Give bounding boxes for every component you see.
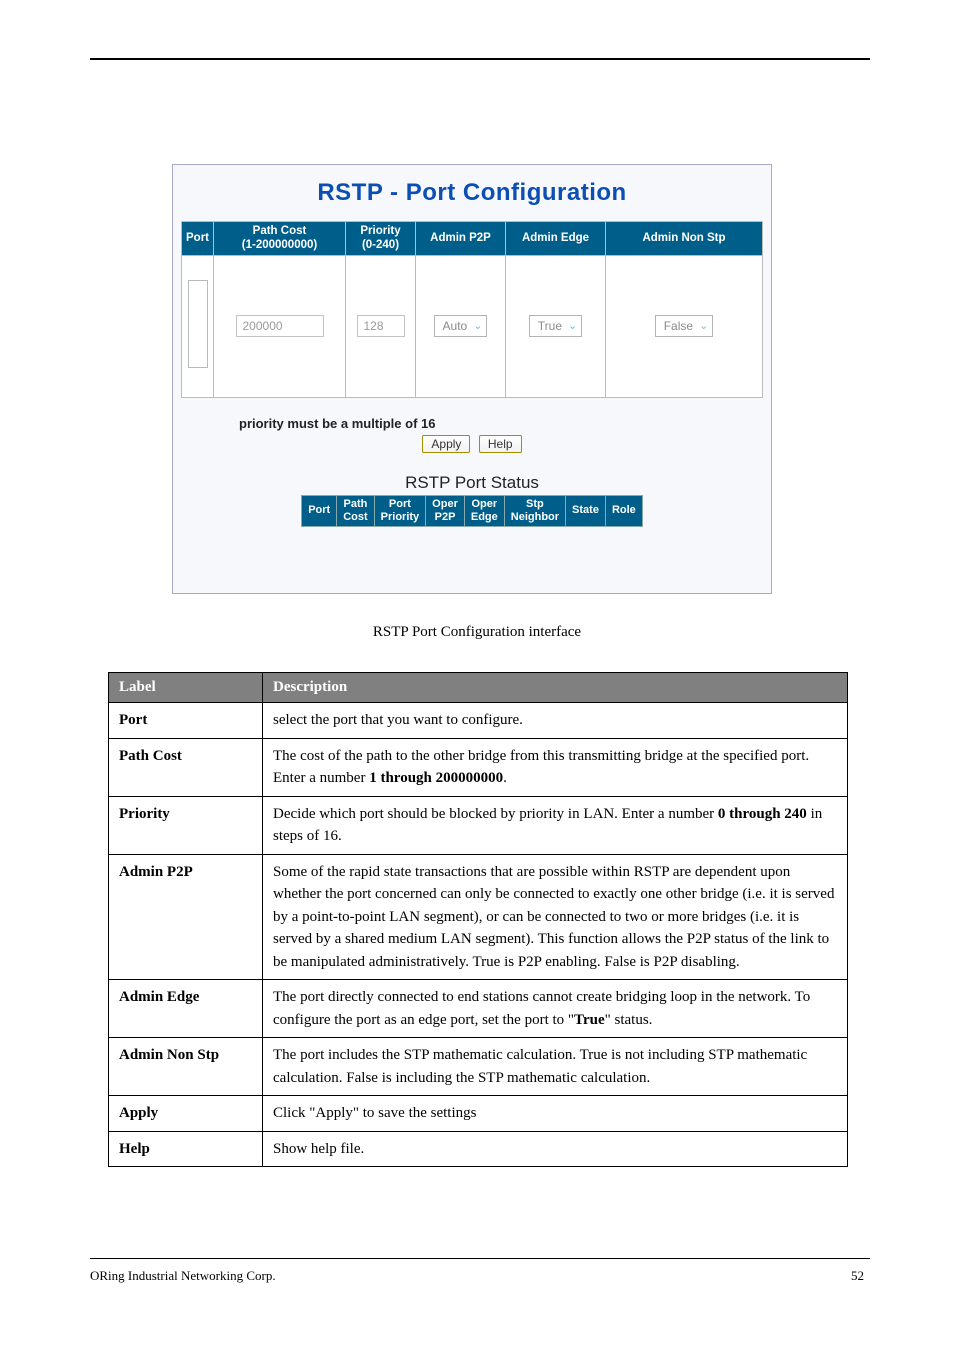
row-label: Port: [109, 703, 263, 739]
sth-port: Port: [302, 495, 337, 526]
admin-nonstp-select[interactable]: False⌄: [655, 315, 714, 337]
sth-oper-p2p: OperP2P: [426, 495, 465, 526]
desc-header-label: Label: [109, 673, 263, 703]
table-row: Port select the port that you want to co…: [109, 703, 848, 739]
row-desc: The port includes the STP mathematic cal…: [263, 1038, 848, 1096]
table-row: Help Show help file.: [109, 1131, 848, 1167]
figure-caption: RSTP Port Configuration interface: [0, 624, 954, 641]
row-desc: Decide which port should be blocked by p…: [263, 796, 848, 854]
sth-path-cost: PathCost: [337, 495, 374, 526]
table-row: Path Cost The cost of the path to the ot…: [109, 738, 848, 796]
description-table: Label Description Port select the port t…: [108, 672, 848, 1167]
row-desc: Some of the rapid state transactions tha…: [263, 854, 848, 980]
sth-role: Role: [605, 495, 642, 526]
row-label: Admin P2P: [109, 854, 263, 980]
row-desc: The cost of the path to the other bridge…: [263, 738, 848, 796]
footer-page-number: 52: [851, 1268, 864, 1284]
help-button[interactable]: Help: [479, 435, 522, 453]
admin-edge-select[interactable]: True⌄: [529, 315, 582, 337]
table-row: Auto⌄ True⌄ False⌄: [182, 255, 763, 397]
th-admin-nonstp: Admin Non Stp: [606, 222, 763, 256]
table-row: Admin Non Stp The port includes the STP …: [109, 1038, 848, 1096]
sth-oper-edge: OperEdge: [464, 495, 504, 526]
apply-button[interactable]: Apply: [422, 435, 470, 453]
admin-p2p-select[interactable]: Auto⌄: [434, 315, 488, 337]
port-select-list[interactable]: [188, 280, 208, 368]
port-status-table: Port PathCost PortPriority OperP2P OperE…: [301, 495, 643, 527]
table-row: Admin P2P Some of the rapid state transa…: [109, 854, 848, 980]
top-rule: [90, 58, 870, 60]
row-label: Admin Non Stp: [109, 1038, 263, 1096]
chevron-down-icon: ⌄: [473, 315, 482, 337]
footer-company: ORing Industrial Networking Corp.: [90, 1268, 276, 1284]
th-path-cost: Path Cost (1-200000000): [214, 222, 346, 256]
row-label: Apply: [109, 1096, 263, 1132]
row-label: Help: [109, 1131, 263, 1167]
row-desc: Show help file.: [263, 1131, 848, 1167]
row-label: Priority: [109, 796, 263, 854]
row-label: Admin Edge: [109, 980, 263, 1038]
desc-header-desc: Description: [263, 673, 848, 703]
figure-title: RSTP - Port Configuration: [181, 179, 763, 207]
row-desc: The port directly connected to end stati…: [263, 980, 848, 1038]
row-label: Path Cost: [109, 738, 263, 796]
footer-rule: [90, 1258, 870, 1259]
th-port: Port: [182, 222, 214, 256]
screenshot-figure: RSTP - Port Configuration Port Path Cost…: [172, 164, 772, 594]
th-priority: Priority (0-240): [346, 222, 416, 256]
th-admin-p2p: Admin P2P: [416, 222, 506, 256]
priority-note: priority must be a multiple of 16: [239, 416, 763, 431]
chevron-down-icon: ⌄: [568, 315, 577, 337]
table-row: Apply Click "Apply" to save the settings: [109, 1096, 848, 1132]
table-row: Priority Decide which port should be blo…: [109, 796, 848, 854]
sth-state: State: [566, 495, 606, 526]
button-row: Apply Help: [181, 435, 763, 453]
th-admin-edge: Admin Edge: [506, 222, 606, 256]
sth-port-priority: PortPriority: [374, 495, 426, 526]
priority-input[interactable]: [357, 315, 405, 337]
port-config-table: Port Path Cost (1-200000000) Priority (0…: [181, 221, 763, 398]
table-row: Admin Edge The port directly connected t…: [109, 980, 848, 1038]
row-desc: select the port that you want to configu…: [263, 703, 848, 739]
sth-stp-neighbor: StpNeighbor: [504, 495, 565, 526]
chevron-down-icon: ⌄: [699, 315, 708, 337]
row-desc: Click "Apply" to save the settings: [263, 1096, 848, 1132]
path-cost-input[interactable]: [236, 315, 324, 337]
status-title: RSTP Port Status: [181, 473, 763, 493]
